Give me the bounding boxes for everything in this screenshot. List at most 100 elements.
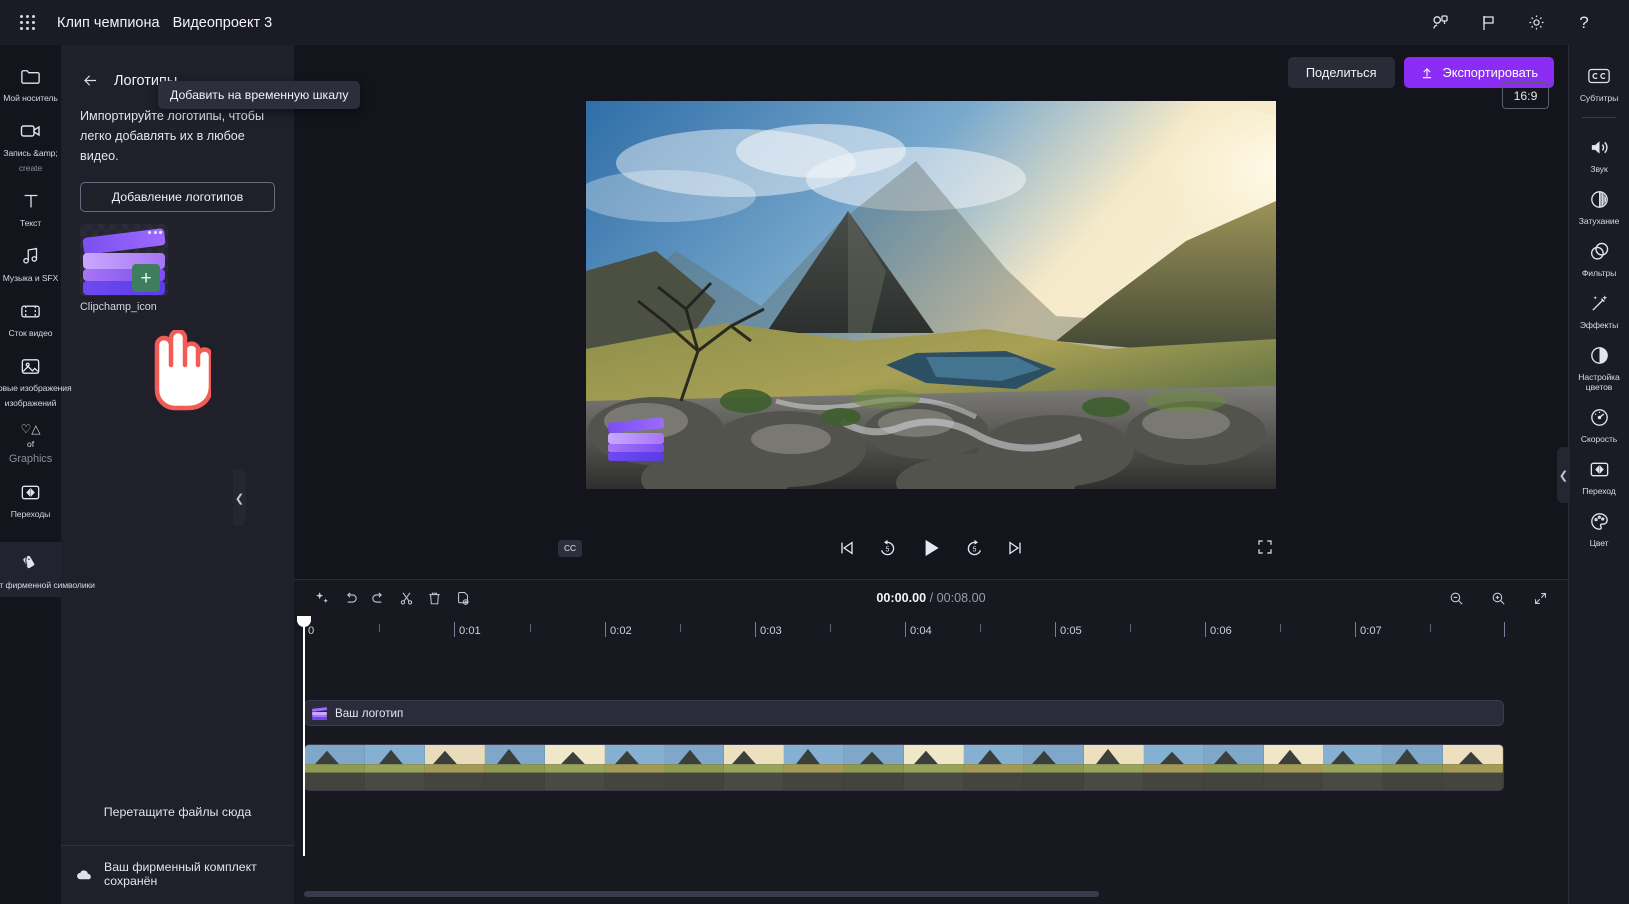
asset-item-clipchamp-icon[interactable]: + Clipchamp_icon — [80, 224, 168, 313]
redo-icon[interactable] — [364, 584, 392, 612]
property-item-fade[interactable]: Затухание — [1569, 180, 1629, 232]
property-item-label: Затухание — [1578, 216, 1620, 226]
gear-icon[interactable] — [1523, 10, 1549, 36]
color-adjust-icon — [1588, 343, 1611, 367]
sidebar-item-label: Сток видео — [8, 328, 53, 338]
svg-text:5: 5 — [886, 546, 890, 553]
aspect-ratio-chip[interactable]: 16:9 — [1502, 82, 1549, 109]
property-item-label: Звук — [1590, 164, 1608, 174]
video-frame-thumb — [424, 745, 485, 790]
forward-5-icon[interactable]: 5 — [964, 538, 985, 559]
property-item-captions[interactable]: Субтитры — [1569, 57, 1629, 109]
zoom-in-icon[interactable] — [1484, 584, 1512, 612]
transition-icon — [1588, 457, 1611, 481]
record-camera-icon — [19, 119, 43, 143]
app-launcher-icon[interactable] — [10, 6, 44, 40]
app-body: Мой носитель Запись &amp; create Текст М… — [0, 45, 1629, 904]
playback-bar: CC 5 5 — [294, 517, 1568, 579]
sidebar-item-brand-kit[interactable]: Комплект фирменной символики — [0, 542, 95, 597]
add-to-timeline-button[interactable]: + — [132, 264, 160, 292]
sidebar-item-transitions[interactable]: Переходы — [0, 471, 61, 526]
ruler-label: 0:06 — [1210, 625, 1232, 637]
sidebar-item-music-sfx[interactable]: Музыка и SFX — [0, 235, 61, 290]
fullscreen-icon[interactable] — [1256, 538, 1274, 559]
property-item-filters[interactable]: Фильтры — [1569, 232, 1629, 284]
property-item-transition[interactable]: Переход — [1569, 450, 1629, 502]
sidebar-item-label: of — [27, 439, 34, 449]
sidebar-item-label: Музыка и SFX — [2, 273, 59, 283]
timeline-horizontal-scrollbar[interactable] — [304, 891, 1099, 897]
property-item-color[interactable]: Цвет — [1569, 502, 1629, 554]
split-scissors-icon[interactable] — [392, 584, 420, 612]
video-frame-thumb — [1263, 745, 1324, 790]
logo-clip-icon — [311, 706, 328, 720]
logos-panel: Логотипы Импортируйте логотипы, чтобы ле… — [61, 45, 361, 904]
project-title[interactable]: Видеопроект 3 — [173, 15, 273, 31]
timeline-zoom-controls — [1442, 584, 1554, 612]
help-icon[interactable]: ? — [1571, 10, 1597, 36]
closed-caption-icon — [1587, 64, 1611, 88]
add-logos-button[interactable]: Добавление логотипов — [80, 182, 275, 212]
property-item-label: Переход — [1582, 486, 1616, 496]
sidebar-item-stock-video[interactable]: Сток видео — [0, 290, 61, 345]
drop-files-hint: Перетащите файлы сюда — [103, 805, 252, 819]
timeline-ruler[interactable]: 0 0:01 0:02 0:03 0:04 0:05 0:06 0:07 — [304, 616, 1568, 646]
property-item-audio[interactable]: Звук — [1569, 128, 1629, 180]
ruler-label: 0:01 — [459, 625, 481, 637]
graphics-icon: ♡△ — [20, 422, 41, 436]
music-note-icon — [20, 244, 42, 268]
asset-menu-dots-icon[interactable] — [148, 231, 162, 234]
skip-next-icon[interactable] — [1005, 538, 1025, 558]
effects-wand-icon — [1588, 291, 1611, 315]
playhead[interactable] — [297, 616, 311, 856]
duplicate-icon[interactable] — [448, 584, 476, 612]
video-frame-thumb — [544, 745, 605, 790]
asset-filename: Clipchamp_icon — [80, 301, 157, 313]
back-arrow-icon[interactable] — [81, 71, 100, 90]
current-time: 00:00.00 — [876, 591, 927, 605]
overlay-logo[interactable] — [607, 415, 666, 461]
video-frame-thumb — [1083, 745, 1144, 790]
right-rail: ❮ Субтитры Звук Затухание Фильтры Эффект… — [1557, 45, 1629, 904]
property-item-effects[interactable]: Эффекты — [1569, 284, 1629, 336]
delete-trash-icon[interactable] — [420, 584, 448, 612]
share-button[interactable]: Поделиться — [1287, 57, 1395, 88]
closed-caption-toggle[interactable]: CC — [558, 539, 582, 557]
asset-thumbnail[interactable]: + — [80, 224, 168, 296]
ruler-label: 0:02 — [610, 625, 632, 637]
sidebar-item-text[interactable]: Текст — [0, 180, 61, 235]
sidebar-item-stock-images[interactable]: оковые изображения изображений — [0, 345, 72, 415]
zoom-out-icon[interactable] — [1442, 584, 1470, 612]
property-item-color-adjust[interactable]: Настройка цветов — [1569, 336, 1629, 398]
collapse-left-panel-button[interactable]: ❮ — [233, 470, 246, 526]
undo-icon[interactable] — [336, 584, 364, 612]
property-item-speed[interactable]: Скорость — [1569, 398, 1629, 450]
sidebar-item-label: оковые изображения — [0, 383, 72, 393]
svg-text:5: 5 — [973, 546, 977, 553]
play-icon[interactable] — [918, 535, 944, 561]
feedback-flag-icon[interactable] — [1475, 10, 1501, 36]
sidebar-item-record-create[interactable]: Запись &amp; create — [0, 110, 61, 180]
fit-timeline-icon[interactable] — [1526, 584, 1554, 612]
rail-divider — [1582, 117, 1616, 118]
timeline-clip-video[interactable] — [304, 744, 1504, 791]
playback-controls: 5 5 — [837, 535, 1025, 561]
magic-wand-icon[interactable] — [308, 584, 336, 612]
sidebar-item-graphics[interactable]: ♡△ of Graphics — [0, 415, 61, 471]
ruler-label: 0:03 — [760, 625, 782, 637]
video-frame-thumb — [784, 745, 845, 790]
skip-previous-icon[interactable] — [837, 538, 857, 558]
title-bar: Клип чемпиона Видеопроект 3 ? — [0, 0, 1629, 45]
video-frame-thumb — [904, 745, 964, 790]
timeline-canvas[interactable]: 0 0:01 0:02 0:03 0:04 0:05 0:06 0:07 Ваш… — [294, 616, 1568, 904]
video-frame-thumb — [724, 745, 785, 790]
video-frame-thumb — [305, 745, 365, 790]
sidebar-item-my-media[interactable]: Мой носитель — [0, 55, 61, 110]
filters-icon — [1588, 239, 1611, 263]
timeline-clip-logo[interactable]: Ваш логотип — [304, 700, 1504, 726]
rewind-5-icon[interactable]: 5 — [877, 538, 898, 559]
speaker-icon — [1588, 135, 1611, 159]
collapse-right-panel-button[interactable]: ❮ — [1557, 447, 1570, 503]
video-preview[interactable] — [586, 101, 1276, 489]
collaborate-icon[interactable] — [1427, 10, 1453, 36]
